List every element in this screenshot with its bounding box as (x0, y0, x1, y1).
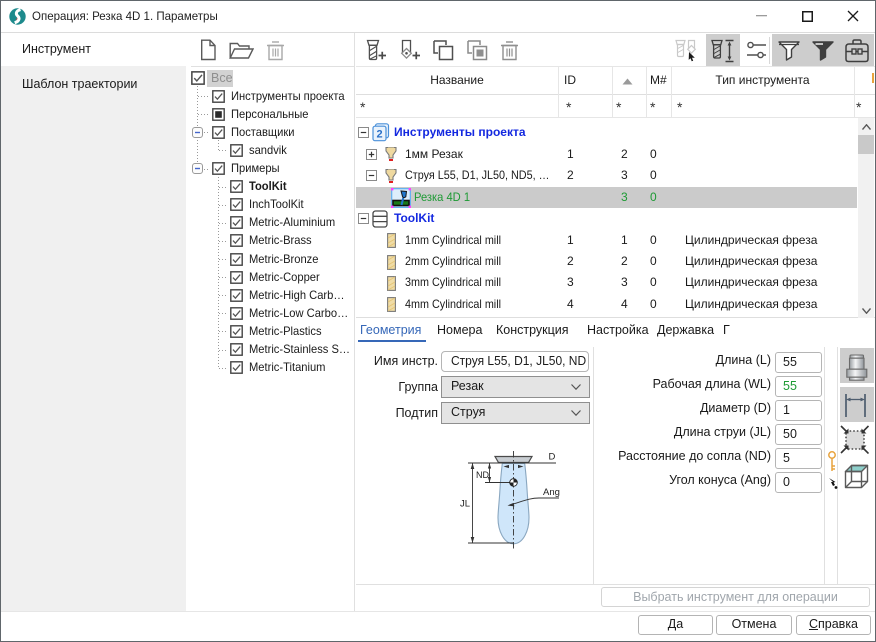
svg-text:2: 2 (376, 129, 382, 141)
svg-text:D: D (549, 452, 556, 463)
svg-text:Ang: Ang (543, 487, 560, 498)
svg-text:JL: JL (460, 499, 470, 510)
svg-text:ND: ND (476, 470, 489, 480)
